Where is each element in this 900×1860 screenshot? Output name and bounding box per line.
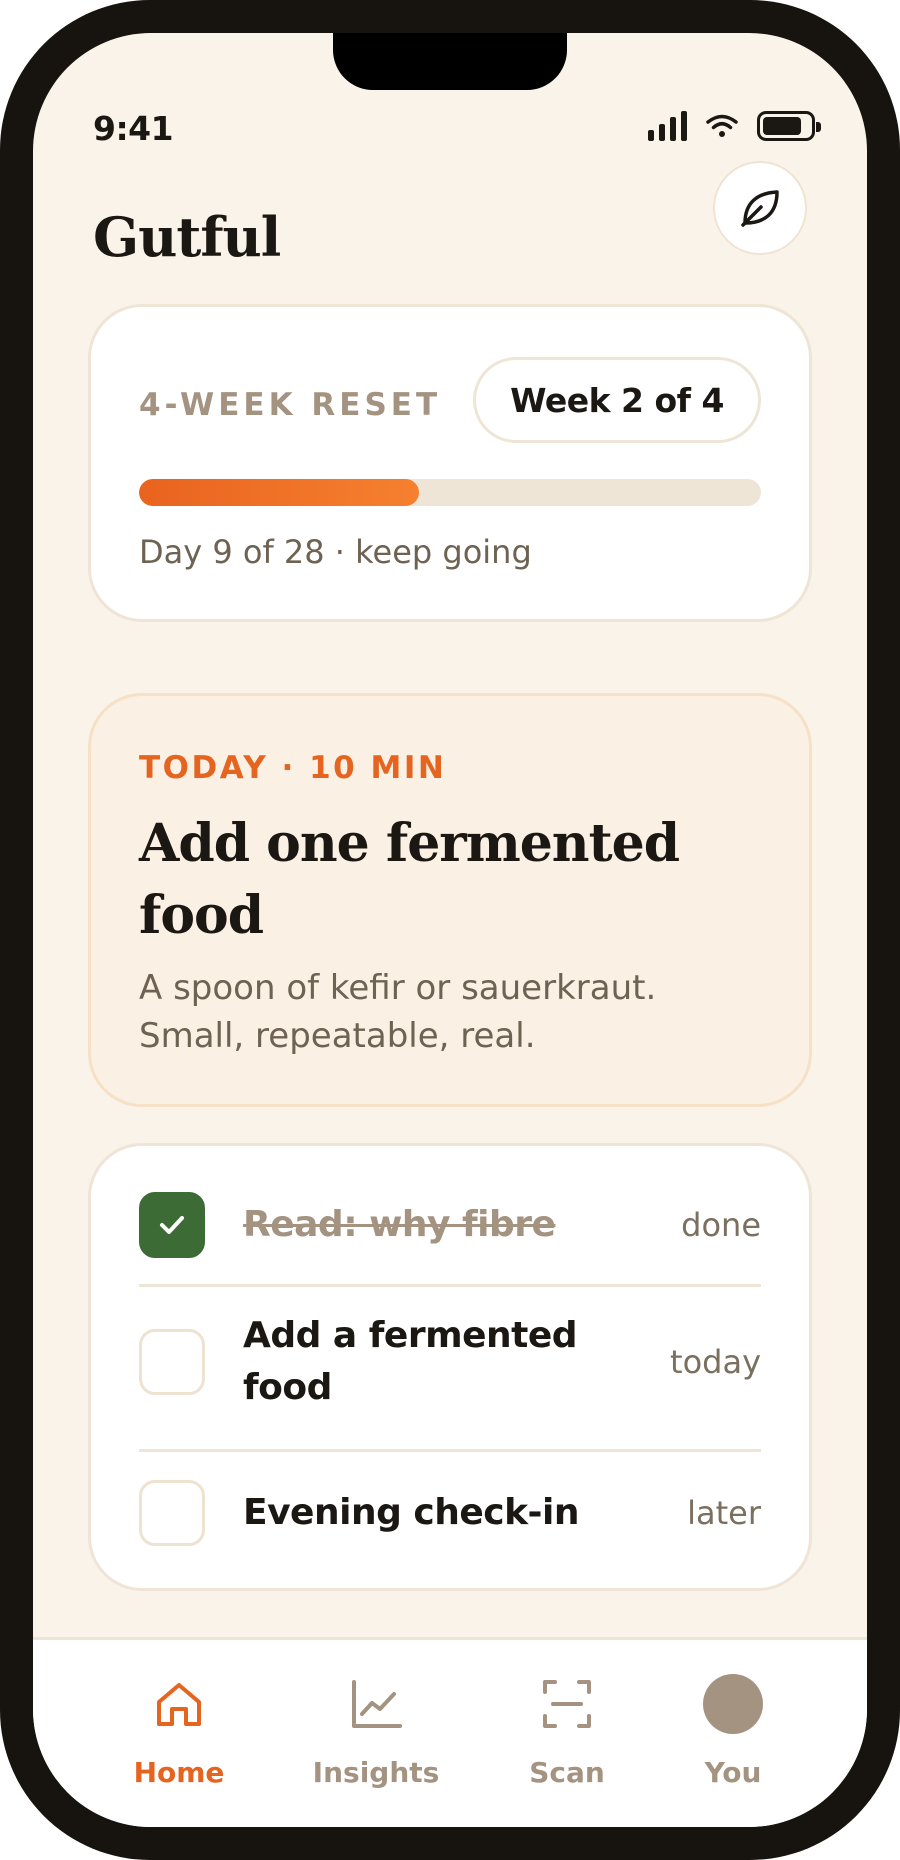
task-checklist: Read: why fibre done Add a fermented foo…: [88, 1143, 812, 1591]
home-icon: [149, 1674, 209, 1734]
battery-icon: [757, 111, 821, 141]
bottom-tab-bar: Home Insights Scan You: [33, 1637, 867, 1827]
week-badge: Week 2 of 4: [473, 357, 761, 443]
tab-label: Insights: [312, 1756, 440, 1789]
app-title: Gutful: [93, 205, 281, 269]
task-status: done: [681, 1206, 761, 1244]
task-divider: [139, 1449, 761, 1452]
task-label: Read: why fibre: [243, 1204, 556, 1245]
today-title: Add one fermented food: [139, 813, 680, 946]
task-label: Evening check-in: [243, 1492, 579, 1533]
task-checkbox[interactable]: [139, 1329, 205, 1395]
tab-insights[interactable]: Insights: [301, 1674, 451, 1789]
avatar: [703, 1674, 763, 1734]
chart-icon: [346, 1674, 406, 1734]
tab-you[interactable]: You: [658, 1674, 808, 1789]
today-eyebrow: TODAY · 10 MIN: [139, 750, 447, 786]
program-progress-bar: [139, 479, 761, 506]
task-status: today: [670, 1343, 761, 1381]
tab-scan[interactable]: Scan: [492, 1674, 642, 1789]
phone-frame: 9:41 Gutful 4-WEEK RESET Week 2 of 4 Day…: [0, 0, 900, 1860]
status-time: 9:41: [93, 109, 174, 148]
task-row[interactable]: Add a fermented food today: [139, 1302, 761, 1422]
tab-label: Scan: [529, 1756, 605, 1789]
task-status: later: [687, 1494, 761, 1532]
tab-home[interactable]: Home: [104, 1674, 254, 1789]
tab-label: You: [704, 1756, 762, 1789]
leaf-icon: [741, 190, 779, 227]
task-label: Add a fermented food: [243, 1315, 578, 1408]
cellular-signal-icon: [648, 111, 687, 141]
app-screen: 9:41 Gutful 4-WEEK RESET Week 2 of 4 Day…: [33, 33, 867, 1827]
check-icon: [160, 1216, 184, 1234]
leaf-button[interactable]: [713, 161, 807, 255]
status-icons: [648, 111, 821, 141]
task-row[interactable]: Read: why fibre done: [139, 1192, 761, 1258]
progress-caption: Day 9 of 28 · keep going: [139, 533, 532, 571]
today-task-card[interactable]: TODAY · 10 MIN Add one fermented food A …: [88, 693, 812, 1107]
tab-label: Home: [133, 1756, 225, 1789]
scan-icon: [537, 1674, 597, 1734]
program-progress-fill: [139, 479, 419, 506]
task-row[interactable]: Evening check-in later: [139, 1480, 761, 1546]
task-checkbox[interactable]: [139, 1192, 205, 1258]
dynamic-island: [333, 33, 567, 90]
program-eyebrow: 4-WEEK RESET: [139, 387, 442, 423]
task-checkbox[interactable]: [139, 1480, 205, 1546]
today-description: A spoon of kefir or sauerkraut. Small, r…: [139, 968, 657, 1056]
program-progress-card: 4-WEEK RESET Week 2 of 4 Day 9 of 28 · k…: [88, 304, 812, 622]
wifi-icon: [706, 114, 738, 137]
task-divider: [139, 1284, 761, 1287]
